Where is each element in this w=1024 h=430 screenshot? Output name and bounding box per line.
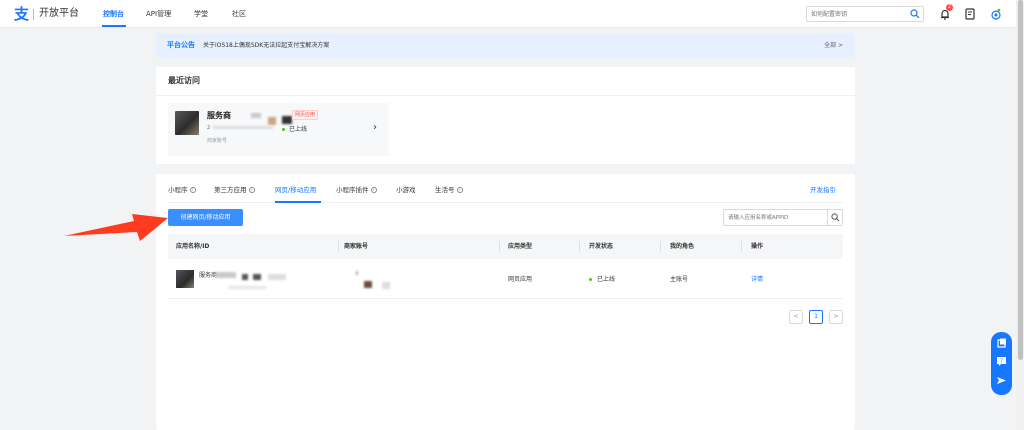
- scrollbar-thumb[interactable]: [1018, 0, 1023, 360]
- column-separator: [660, 241, 661, 252]
- app-list-card: 小程序 i 第三方应用 i 网页/移动应用 小程序插件 i 小游戏 生活号 i 开发指引…: [156, 174, 855, 430]
- nav-community[interactable]: 社区: [232, 9, 246, 19]
- redacted-block: [251, 113, 261, 118]
- svg-text:?: ?: [1000, 359, 1003, 365]
- search-separator: [827, 210, 828, 225]
- search-icon[interactable]: [910, 9, 920, 21]
- tabs-divider: [168, 202, 843, 203]
- column-separator: [499, 241, 500, 252]
- app-search-input[interactable]: [728, 212, 824, 223]
- recent-app-status: 已上线: [289, 126, 308, 133]
- redacted-account: [364, 281, 372, 288]
- app-type: 网页应用: [508, 276, 533, 283]
- global-search-input[interactable]: [811, 8, 907, 20]
- nav-active-indicator: [102, 25, 126, 27]
- app-type-tag: 网页应用: [292, 110, 319, 120]
- tab-mini-program[interactable]: 小程序 i: [168, 185, 196, 195]
- table-header: 应用名称/ID 商家账号 应用类型 开发状态 我的角色 操作: [168, 234, 843, 259]
- app-search[interactable]: [723, 209, 843, 226]
- tab-label: 生活号: [435, 186, 455, 194]
- app-name: 服务商: [199, 272, 218, 279]
- recent-visits-title: 最近访问: [168, 76, 200, 85]
- redacted-id: [228, 286, 266, 289]
- column-header: 应用类型: [508, 243, 533, 250]
- tab-label: 小程序插件: [336, 186, 369, 194]
- tab-third-party-app[interactable]: 第三方应用 i: [214, 185, 255, 195]
- column-separator: [579, 241, 580, 252]
- redacted-id: [213, 126, 273, 129]
- column-header: 我的角色: [670, 243, 695, 250]
- redacted-block: [268, 274, 286, 280]
- chevron-right-icon[interactable]: ›: [373, 122, 377, 134]
- tab-label: 小程序: [168, 186, 188, 194]
- column-separator: [741, 241, 742, 252]
- tab-mini-game[interactable]: 小游戏: [396, 185, 416, 195]
- nav-api-management[interactable]: API管理: [146, 9, 171, 19]
- app-thumbnail: [175, 111, 199, 135]
- tab-life-account[interactable]: 生活号 i: [435, 185, 463, 195]
- pagination-page-1[interactable]: 1: [809, 310, 823, 324]
- online-status-dot: [589, 278, 592, 281]
- pagination-prev-button[interactable]: <: [789, 310, 803, 324]
- info-icon[interactable]: i: [456, 187, 463, 193]
- divider: [156, 95, 855, 96]
- column-header: 应用名称/ID: [176, 243, 210, 250]
- feedback-icon[interactable]: ?: [996, 356, 1007, 367]
- send-icon[interactable]: [996, 375, 1007, 386]
- column-header: 开发状态: [589, 243, 614, 250]
- top-navigation-bar: 支 开放平台 控制台 API管理 学堂 社区 2: [0, 0, 1024, 28]
- layers-icon[interactable]: [996, 338, 1007, 349]
- search-icon[interactable]: [831, 213, 840, 224]
- notification-badge: 2: [946, 4, 953, 11]
- info-icon[interactable]: i: [370, 187, 377, 193]
- document-icon[interactable]: [963, 7, 977, 21]
- announcement-tag: 平台公告: [167, 41, 195, 49]
- floating-toolbar: ?: [991, 332, 1012, 395]
- column-separator: [338, 241, 339, 252]
- global-search[interactable]: [806, 6, 924, 22]
- redacted-block: [216, 272, 236, 278]
- online-status-dot: [282, 128, 285, 131]
- column-header: 操作: [751, 243, 764, 250]
- recent-app-name: 服务商: [207, 111, 231, 120]
- my-role: 主账号: [670, 276, 689, 283]
- recent-app-card[interactable]: 服务商 网页应用 2 已上线 商家账号 ›: [168, 103, 389, 156]
- info-icon[interactable]: i: [189, 187, 196, 193]
- active-tab-indicator: [275, 201, 321, 203]
- redacted-account: [356, 271, 358, 275]
- redacted-account: [382, 282, 390, 289]
- tab-mini-program-plugin[interactable]: 小程序插件 i: [336, 185, 377, 195]
- alipay-logo-icon[interactable]: 支: [14, 6, 30, 22]
- tab-label: 第三方应用: [214, 186, 247, 194]
- redacted-block: [282, 116, 292, 124]
- details-link[interactable]: 详情: [751, 275, 763, 284]
- recent-visits-card: 最近访问 服务商 网页应用 2 已上线 商家账号 ›: [156, 67, 855, 164]
- table-row: 服务商 网页应用 已上线 主账号 详情: [168, 259, 843, 299]
- platform-name[interactable]: 开放平台: [39, 7, 79, 21]
- user-avatar-icon[interactable]: [989, 7, 1003, 21]
- column-header: 商家账号: [344, 243, 369, 250]
- merchant-account-label: 商家账号: [207, 138, 228, 144]
- nav-console[interactable]: 控制台: [103, 9, 124, 19]
- create-web-mobile-app-button[interactable]: 创建网页/移动应用: [168, 209, 243, 226]
- info-icon[interactable]: i: [248, 187, 255, 193]
- announcement-message[interactable]: 关于iOS18上偶现SDK无法拉起支付宝解决方案: [203, 41, 329, 50]
- app-thumbnail: [176, 270, 194, 288]
- logo-divider: [33, 9, 34, 20]
- recent-app-id: 2: [207, 125, 211, 131]
- redacted-block: [268, 117, 276, 125]
- redacted-block: [242, 274, 248, 280]
- app-status: 已上线: [597, 276, 616, 283]
- tab-web-mobile-app[interactable]: 网页/移动应用: [275, 185, 316, 195]
- dev-guide-link[interactable]: 开发指引: [810, 185, 836, 195]
- nav-academy[interactable]: 学堂: [194, 9, 208, 19]
- pagination-next-button[interactable]: >: [829, 310, 843, 324]
- announcement-view-all-link[interactable]: 全部 >: [824, 41, 843, 50]
- platform-announcement: 平台公告 关于iOS18上偶现SDK无法拉起支付宝解决方案 全部 >: [156, 33, 855, 57]
- annotation-arrow-icon: [64, 214, 168, 241]
- redacted-block: [253, 274, 261, 280]
